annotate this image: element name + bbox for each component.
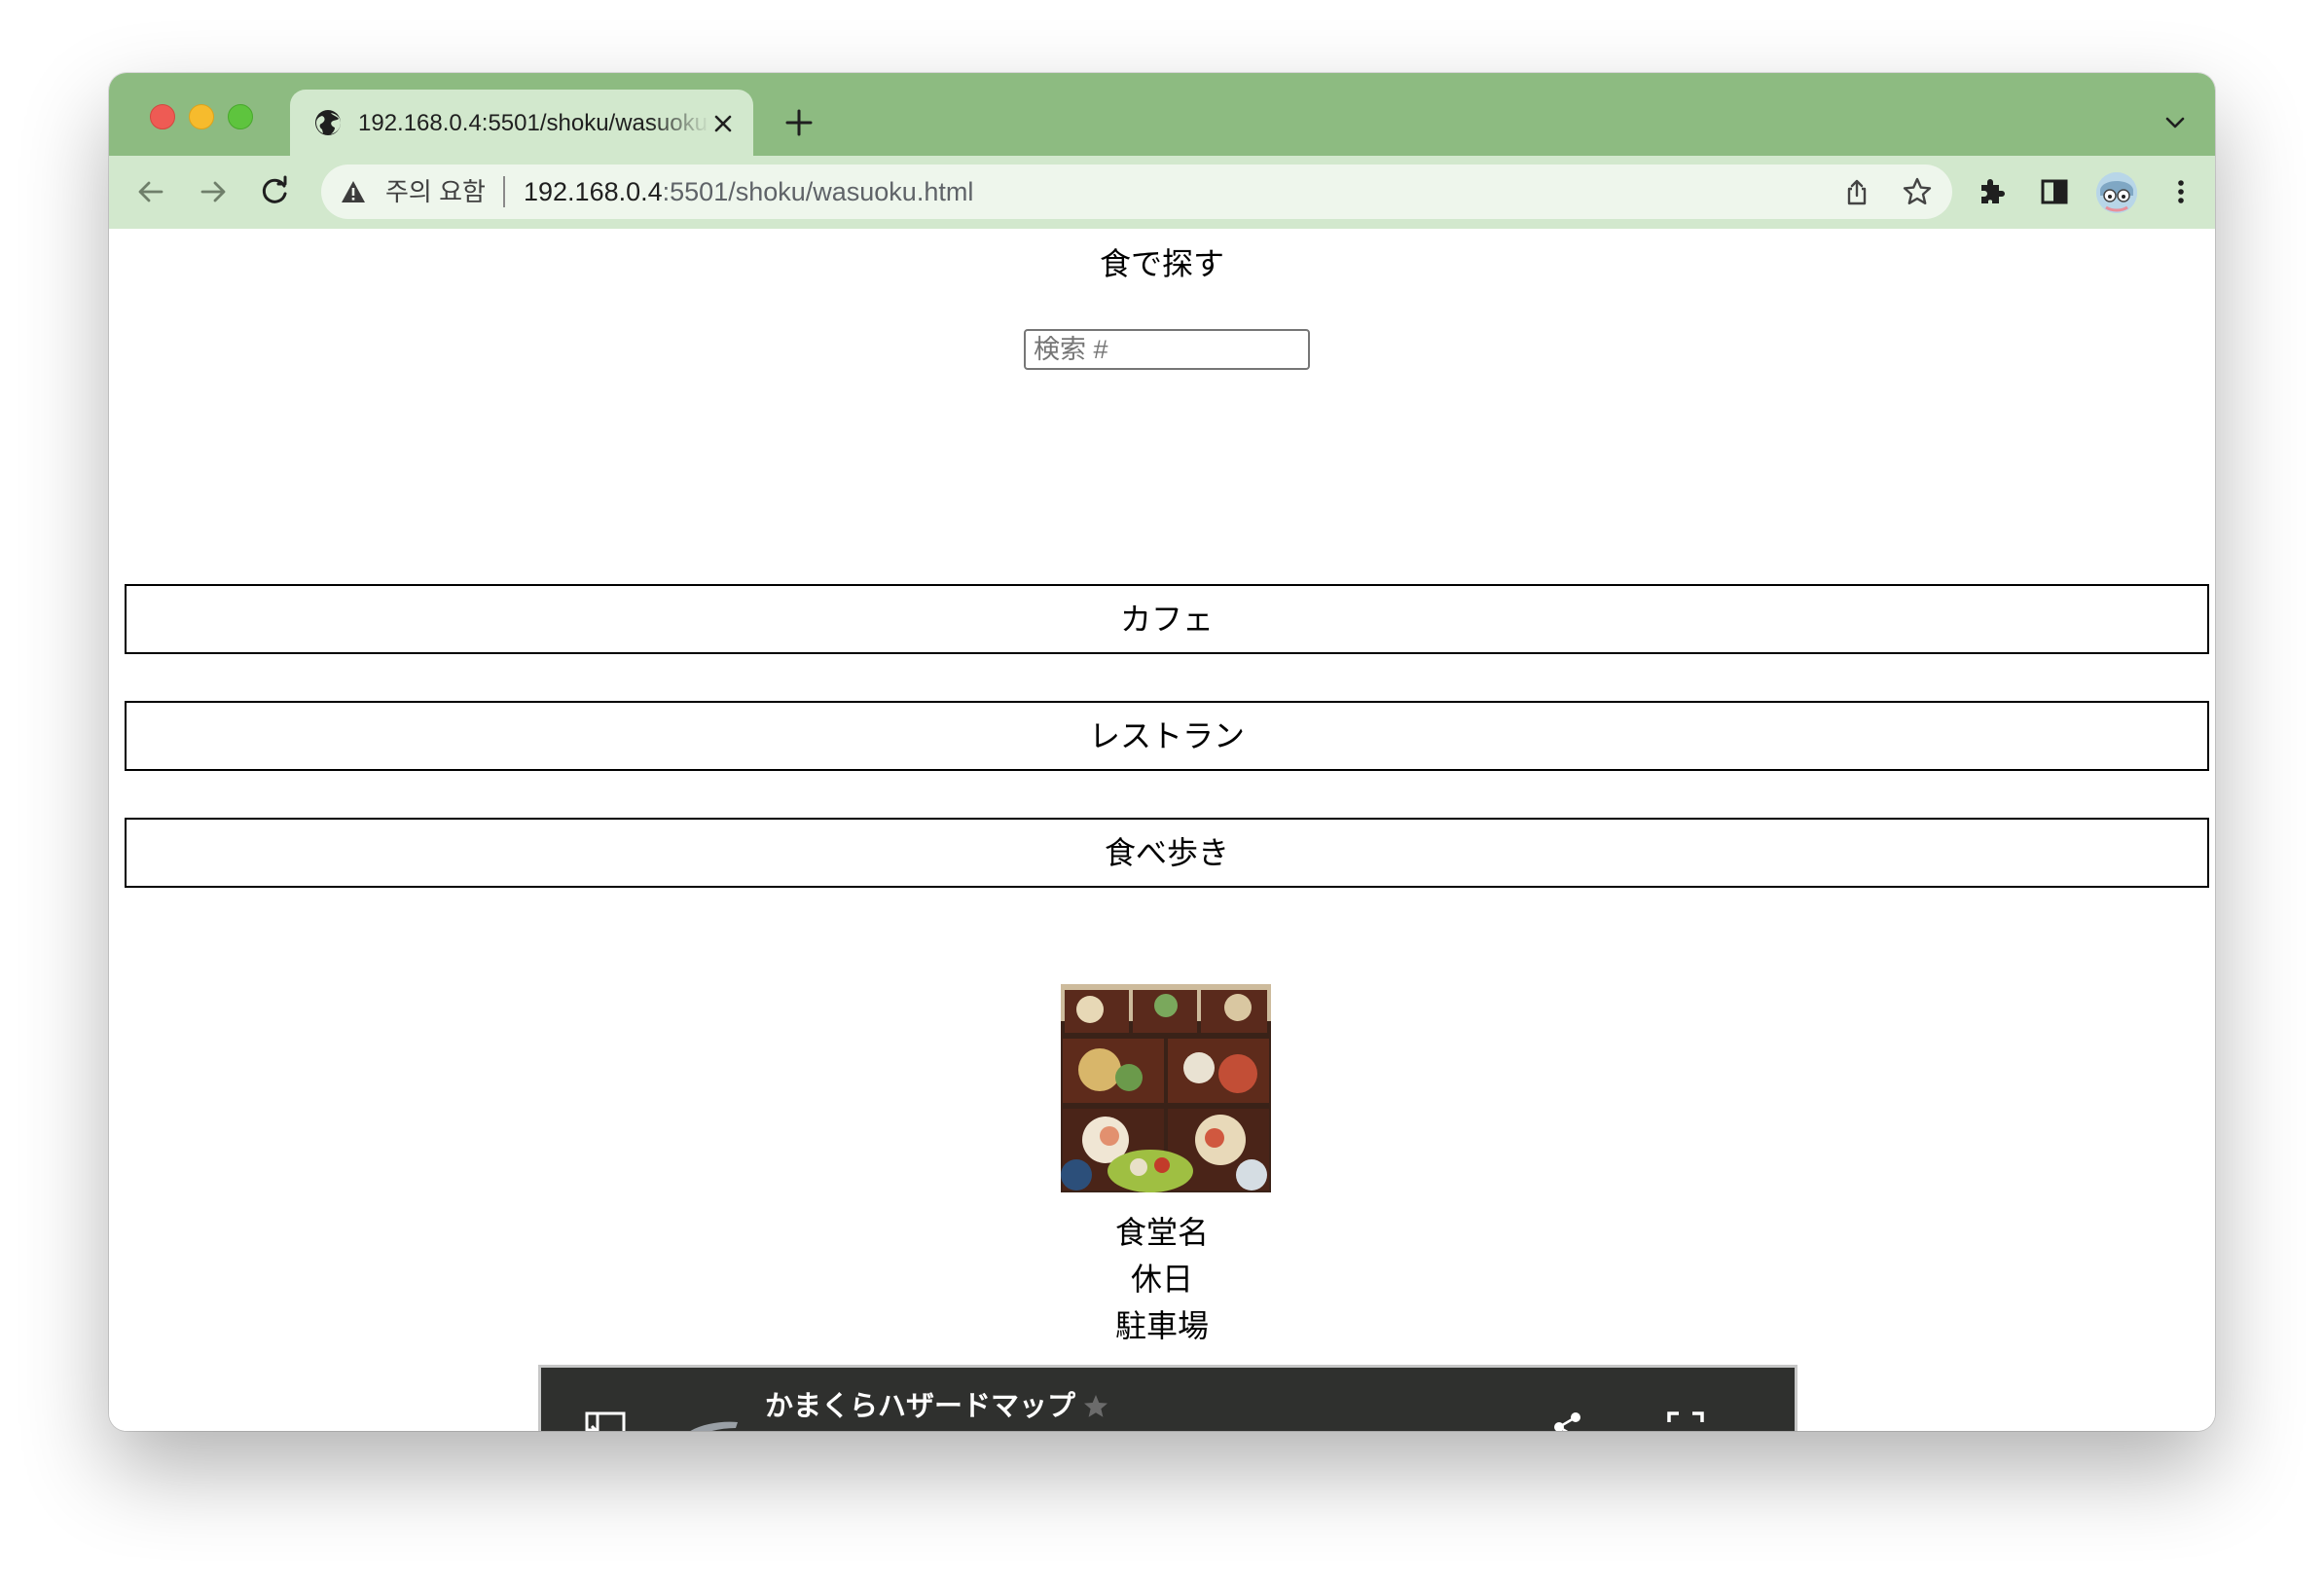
url-host: 192.168.0.4 [524,177,663,206]
map-embed[interactable]: かまくらハザードマップ [538,1365,1797,1431]
tab-title-fade [650,107,710,140]
maximize-window-button[interactable] [228,104,253,129]
map-logo-icon [690,1421,738,1431]
map-title[interactable]: かまくらハザードマップ [765,1389,1075,1424]
star-icon[interactable] [1082,1393,1109,1420]
more-menu-icon[interactable] [2164,175,2197,208]
url-path: :5501/shoku/wasuoku.html [662,177,974,206]
tab-strip: 192.168.0.4:5501/shoku/wasuoku.html [109,73,2215,156]
forward-arrow-icon[interactable] [197,175,230,208]
share-icon[interactable] [1551,1410,1584,1431]
browser-toolbar: 주의 요함 192.168.0.4:5501/shoku/wasuoku.htm… [109,156,2215,230]
new-tab-icon[interactable] [784,108,814,137]
category-button-restaurant[interactable]: レストラン [125,701,2209,771]
browser-tab[interactable]: 192.168.0.4:5501/shoku/wasuoku.html [290,90,753,156]
side-panel-icon[interactable] [2038,175,2071,208]
page-content: 食で探す カフェ レストラン 食べ歩き [109,229,2215,1431]
restaurant-parking: 駐車場 [1114,1308,1209,1343]
chevron-down-icon[interactable] [2162,110,2188,135]
sidebar-icon[interactable] [584,1410,627,1431]
category-button-cafe[interactable]: カフェ [125,584,2209,654]
bento-box-photo [1061,984,1271,1192]
share-icon[interactable] [1843,178,1870,205]
warning-icon[interactable] [341,180,366,203]
fullscreen-icon[interactable] [1666,1410,1705,1431]
profile-avatar[interactable] [2096,172,2137,213]
back-arrow-icon[interactable] [134,175,167,208]
browser-window: 192.168.0.4:5501/shoku/wasuoku.html [109,73,2215,1431]
globe-icon [315,110,341,135]
minimize-window-button[interactable] [189,104,214,129]
search-input[interactable] [1024,329,1310,370]
address-bar[interactable]: 주의 요함 192.168.0.4:5501/shoku/wasuoku.htm… [321,165,1952,219]
bookmark-star-icon[interactable] [1902,176,1933,207]
close-window-button[interactable] [150,104,175,129]
omnibox-divider [503,176,505,207]
reload-icon[interactable] [259,175,292,208]
url-text[interactable]: 192.168.0.4:5501/shoku/wasuoku.html [524,174,973,209]
security-label[interactable]: 주의 요함 [385,174,486,209]
close-tab-icon[interactable] [710,111,736,136]
extensions-puzzle-icon[interactable] [1976,175,2009,208]
category-button-street-food[interactable]: 食べ歩き [125,818,2209,888]
page-title: 食で探す [1099,246,1224,281]
restaurant-holiday: 休日 [1130,1262,1193,1297]
restaurant-name: 食堂名 [1114,1215,1209,1250]
profile-face-icon [2096,172,2137,213]
